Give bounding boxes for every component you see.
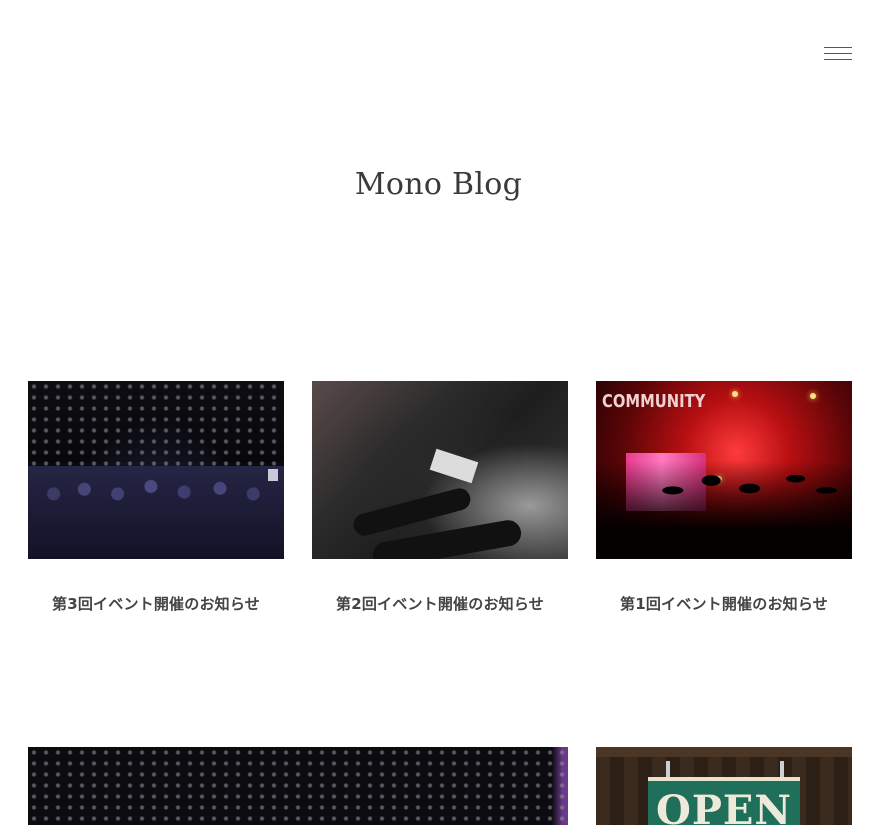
post-card[interactable]: COMMUNITY 第1回イベント開催のお知らせ	[596, 381, 852, 614]
post-thumbnail[interactable]	[312, 381, 568, 559]
open-sign: OPEN	[648, 777, 800, 825]
menu-line	[824, 59, 852, 60]
notebook	[429, 448, 479, 484]
post-thumbnail[interactable]: OPEN	[596, 747, 852, 825]
post-title[interactable]: 第3回イベント開催のお知らせ	[28, 593, 284, 614]
post-thumbnail[interactable]	[28, 381, 284, 559]
post-card[interactable]: 第3回イベント開催のお知らせ	[28, 381, 284, 614]
raised-hands	[596, 461, 852, 559]
stage-light	[268, 469, 278, 481]
post-card[interactable]: 第2回イベント開催のお知らせ	[312, 381, 568, 614]
post-card[interactable]	[28, 747, 568, 825]
stage-spotlight	[810, 393, 816, 399]
post-thumbnail[interactable]	[28, 747, 568, 825]
menu-line	[824, 53, 852, 54]
open-sign-text: OPEN	[656, 787, 792, 825]
menu-line	[824, 47, 852, 48]
community-sign-art: COMMUNITY	[602, 391, 706, 412]
stage-spotlight	[732, 391, 738, 397]
audience	[28, 466, 284, 559]
post-thumbnail[interactable]: COMMUNITY	[596, 381, 852, 559]
site-title[interactable]: Mono Blog	[0, 167, 877, 202]
bokeh-lights	[28, 747, 568, 825]
wood-beam	[596, 747, 852, 757]
post-title[interactable]: 第1回イベント開催のお知らせ	[596, 593, 852, 614]
post-card[interactable]: OPEN	[596, 747, 852, 825]
hamburger-menu-icon[interactable]	[822, 45, 854, 63]
post-title[interactable]: 第2回イベント開催のお知らせ	[312, 593, 568, 614]
